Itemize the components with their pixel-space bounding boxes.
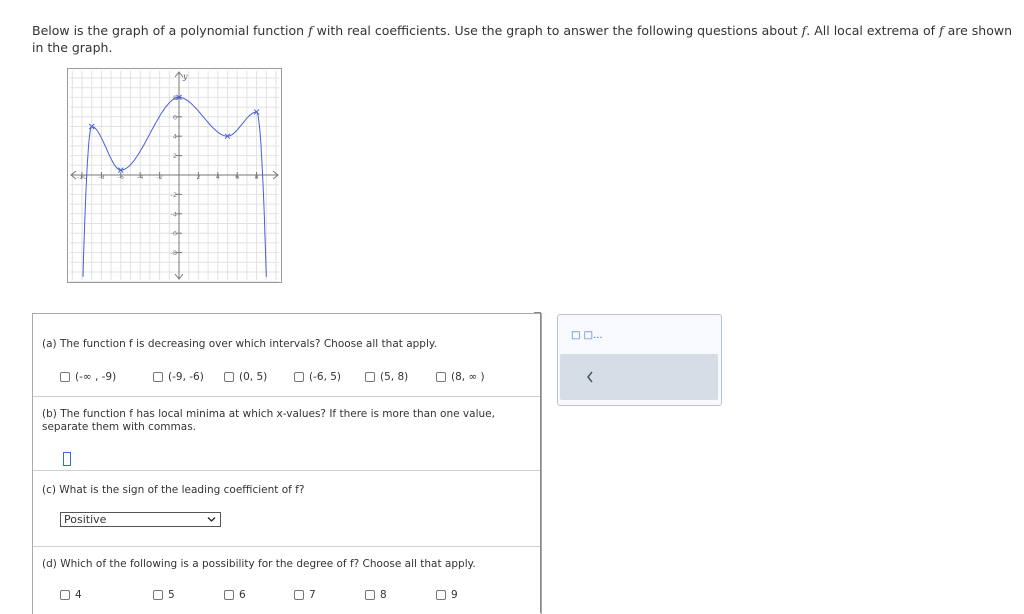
y-tick-label: 4 bbox=[173, 133, 177, 141]
panel-divider bbox=[540, 312, 541, 613]
y-tick-label: -4 bbox=[171, 210, 177, 218]
intro-text-1: Below is the graph of a polynomial funct… bbox=[32, 23, 309, 38]
intro-text-2: with real coefficients. Use the graph to… bbox=[312, 23, 802, 38]
option-label: (5, 8) bbox=[380, 371, 409, 383]
checkbox[interactable] bbox=[294, 372, 304, 382]
option-label: 6 bbox=[239, 589, 246, 601]
questions-panel: (a) The function f is decreasing over wh… bbox=[32, 313, 542, 614]
option-d-1[interactable]: 4 bbox=[60, 589, 82, 601]
y-tick-label: -2 bbox=[171, 191, 177, 199]
x-tick-label: -10 bbox=[77, 173, 88, 181]
option-a-3[interactable]: (0, 5) bbox=[224, 371, 267, 383]
y-tick-label: 6 bbox=[173, 113, 177, 121]
checkbox[interactable] bbox=[365, 372, 375, 382]
checkbox[interactable] bbox=[153, 590, 163, 600]
y-tick-label: -6 bbox=[171, 230, 177, 238]
part-b-line-1: (b) The function f has local minima at w… bbox=[42, 408, 495, 420]
chevron-left-icon[interactable] bbox=[586, 371, 594, 387]
checkbox[interactable] bbox=[436, 590, 446, 600]
checkbox[interactable] bbox=[224, 590, 234, 600]
option-label: 8 bbox=[380, 589, 387, 601]
option-label: (8, ∞ ) bbox=[451, 371, 485, 383]
intro-text-3: . All local extrema of bbox=[806, 23, 939, 38]
part-d-question: (d) Which of the following is a possibil… bbox=[42, 558, 476, 570]
option-a-5[interactable]: (5, 8) bbox=[365, 371, 408, 383]
checkbox[interactable] bbox=[224, 372, 234, 382]
x-tick-label: -6 bbox=[118, 173, 124, 181]
part-d-section: (d) Which of the following is a possibil… bbox=[33, 546, 541, 614]
checkbox[interactable] bbox=[294, 590, 304, 600]
x-tick-label: 2 bbox=[196, 173, 200, 181]
option-a-6[interactable]: (8, ∞ ) bbox=[436, 371, 485, 383]
x-tick-label: -4 bbox=[137, 173, 143, 181]
option-d-3[interactable]: 6 bbox=[224, 589, 246, 601]
option-d-5[interactable]: 8 bbox=[365, 589, 387, 601]
answer-tool-palette[interactable]: □ □... bbox=[557, 314, 722, 406]
checkbox[interactable] bbox=[60, 372, 70, 382]
part-a-question: (a) The function f is decreasing over wh… bbox=[42, 338, 437, 350]
checkbox[interactable] bbox=[365, 590, 375, 600]
part-b-question: (b) The function f has local minima at w… bbox=[42, 408, 495, 434]
x-tick-label: -8 bbox=[98, 173, 104, 181]
y-tick-label: -8 bbox=[171, 249, 177, 257]
option-label: (0, 5) bbox=[239, 371, 268, 383]
option-d-2[interactable]: 5 bbox=[153, 589, 175, 601]
option-d-4[interactable]: 7 bbox=[294, 589, 316, 601]
option-d-6[interactable]: 9 bbox=[436, 589, 458, 601]
y-axis-label: y bbox=[182, 72, 188, 81]
x-tick-label: -2 bbox=[156, 173, 162, 181]
option-label: (-6, 5) bbox=[309, 371, 342, 383]
checkbox[interactable] bbox=[436, 372, 446, 382]
option-label: 4 bbox=[75, 589, 82, 601]
part-c-section: (c) What is the sign of the leading coef… bbox=[33, 470, 541, 547]
option-label: (-∞ , -9) bbox=[75, 371, 117, 383]
part-b-section: (b) The function f has local minima at w… bbox=[33, 396, 541, 471]
option-a-1[interactable]: (-∞ , -9) bbox=[60, 371, 116, 383]
chevron-down-icon bbox=[207, 513, 216, 531]
part-b-line-2: separate them with commas. bbox=[42, 421, 197, 433]
polynomial-graph: y -10 -8 -6 -4 -2 2 4 6 8 8 6 4 2 -2 -4 -6 -8 bbox=[67, 67, 287, 283]
tool-strip bbox=[560, 354, 718, 400]
option-a-4[interactable]: (-6, 5) bbox=[294, 371, 341, 383]
x-tick-label: 8 bbox=[255, 173, 259, 181]
part-c-question: (c) What is the sign of the leading coef… bbox=[42, 484, 305, 496]
option-a-2[interactable]: (-9, -6) bbox=[153, 371, 204, 383]
tool-icons[interactable]: □ □... bbox=[571, 330, 603, 341]
leading-coefficient-select[interactable]: Positive bbox=[60, 512, 221, 527]
graph-svg: y-10 -8 -6 -4 -2 2 4 6 88642-2-4-6-8 bbox=[70, 67, 287, 283]
problem-intro: Below is the graph of a polynomial funct… bbox=[32, 22, 1022, 56]
y-tick-label: 2 bbox=[173, 152, 177, 160]
option-label: 7 bbox=[309, 589, 316, 601]
x-tick-label: 6 bbox=[235, 173, 239, 181]
option-label: 5 bbox=[168, 589, 175, 601]
local-minima-input[interactable] bbox=[63, 452, 71, 466]
part-a-section: (a) The function f is decreasing over wh… bbox=[33, 314, 541, 397]
option-label: 9 bbox=[451, 589, 458, 601]
checkbox[interactable] bbox=[60, 590, 70, 600]
option-label: (-9, -6) bbox=[168, 371, 204, 383]
select-value: Positive bbox=[64, 513, 107, 526]
x-tick-label: 4 bbox=[216, 173, 220, 181]
checkbox[interactable] bbox=[153, 372, 163, 382]
